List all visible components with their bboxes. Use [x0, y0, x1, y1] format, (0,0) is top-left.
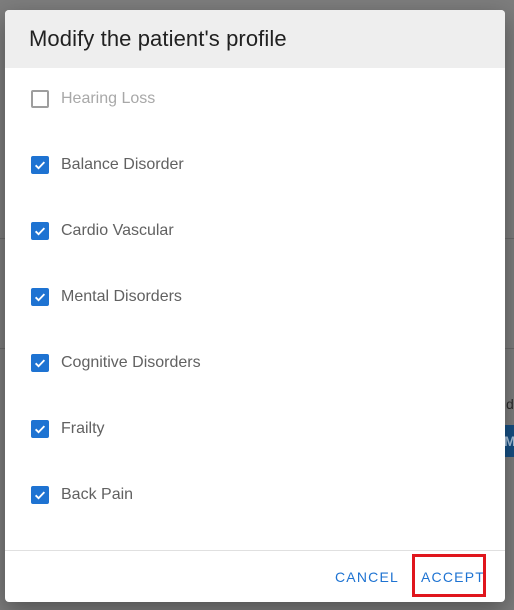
option-hearing-loss[interactable]: Hearing Loss [31, 88, 155, 110]
option-label: Frailty [61, 420, 105, 437]
background-button: M [504, 425, 514, 457]
option-back-pain[interactable]: Back Pain [31, 484, 133, 506]
accept-button[interactable]: ACCEPT [413, 564, 493, 590]
option-label: Cognitive Disorders [61, 354, 201, 371]
background-divider [505, 348, 514, 349]
options-list: Hearing Loss Balance Disorder Cardio Vas… [5, 68, 505, 550]
checkbox-checked-icon[interactable] [31, 156, 49, 174]
checkbox-checked-icon[interactable] [31, 354, 49, 372]
option-cognitive-disorders[interactable]: Cognitive Disorders [31, 352, 201, 374]
option-mental-disorders[interactable]: Mental Disorders [31, 286, 182, 308]
checkbox-checked-icon[interactable] [31, 222, 49, 240]
dialog-header: Modify the patient's profile [5, 10, 505, 68]
option-label: Balance Disorder [61, 156, 184, 173]
option-balance-disorder[interactable]: Balance Disorder [31, 154, 184, 176]
background-text: d [506, 396, 514, 412]
option-label: Hearing Loss [61, 90, 156, 107]
option-label: Mental Disorders [61, 288, 182, 305]
option-cardio-vascular[interactable]: Cardio Vascular [31, 220, 174, 242]
checkbox-checked-icon[interactable] [31, 486, 49, 504]
checkbox-checked-icon[interactable] [31, 288, 49, 306]
checkbox-unchecked-icon[interactable] [31, 90, 49, 108]
dialog-actions: CANCEL ACCEPT [5, 551, 505, 602]
checkbox-checked-icon[interactable] [31, 420, 49, 438]
option-label: Cardio Vascular [61, 222, 174, 239]
background-divider [505, 238, 514, 239]
dialog-title: Modify the patient's profile [29, 26, 287, 51]
modify-profile-dialog: Modify the patient's profile Hearing Los… [5, 10, 505, 602]
cancel-button[interactable]: CANCEL [327, 564, 407, 590]
option-label: Back Pain [61, 486, 134, 503]
option-frailty[interactable]: Frailty [31, 418, 105, 440]
